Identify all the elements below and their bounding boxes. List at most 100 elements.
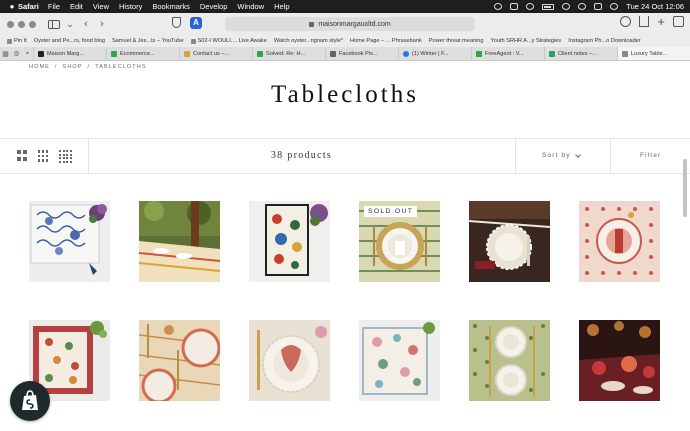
search-icon[interactable] — [578, 3, 587, 10]
battery-icon[interactable] — [542, 3, 555, 10]
forward-button[interactable]: › — [94, 18, 110, 30]
divider — [610, 139, 611, 173]
product-card[interactable] — [139, 201, 220, 282]
pause-icon[interactable] — [526, 3, 535, 10]
grid-icon[interactable]: ▦ — [0, 47, 11, 60]
menu-window[interactable]: Window — [237, 2, 264, 11]
grid-4-icon[interactable] — [59, 150, 72, 163]
browser-tab[interactable]: Contact us –... — [179, 47, 252, 60]
breadcrumb-shop[interactable]: SHOP — [63, 64, 83, 70]
siri-icon[interactable] — [610, 3, 619, 10]
product-card[interactable] — [469, 320, 550, 401]
tab-label: FreeAgent : V... — [485, 50, 524, 57]
bookmark-item[interactable]: Instagram Ph...o Downloader — [568, 38, 640, 44]
product-card[interactable] — [579, 201, 660, 282]
product-card[interactable] — [249, 201, 330, 282]
menu-clock[interactable]: Tue 24 Oct 12:06 — [626, 2, 684, 11]
share-icon[interactable] — [639, 16, 650, 27]
menu-view[interactable]: View — [93, 2, 109, 11]
browser-tab[interactable]: (1) Winter | F... — [398, 47, 471, 60]
burgundy-lace-setting-image — [469, 201, 550, 282]
product-card[interactable] — [469, 201, 550, 282]
wifi-icon[interactable] — [562, 3, 571, 10]
browser-tab-active[interactable]: Luxury Table... — [617, 47, 690, 60]
bookmark-item[interactable]: Samuel & Jes...ts – YouTube — [112, 38, 184, 44]
browser-tab[interactable]: Maison Marg... — [33, 47, 106, 60]
grid-3-icon[interactable] — [37, 150, 48, 163]
filter-button[interactable]: Filter — [640, 152, 661, 159]
breadcrumb-home[interactable]: HOME — [29, 64, 50, 70]
shopify-badge-button[interactable] — [10, 381, 50, 421]
download-icon[interactable] — [620, 16, 632, 27]
product-card[interactable] — [579, 320, 660, 401]
bookmark-item[interactable]: Power threat meaning — [429, 38, 484, 44]
minimize-window-button[interactable] — [18, 20, 25, 28]
floral-napkin-set-image — [249, 201, 330, 282]
tab-favicon — [403, 50, 409, 57]
scalloped-plate-red-napkin-image — [249, 320, 330, 401]
menu-history[interactable]: History — [119, 2, 142, 11]
bookmark-label: Youth SRHR A...y Strategies — [490, 38, 562, 44]
menu-bookmarks[interactable]: Bookmarks — [152, 2, 190, 11]
close-window-button[interactable] — [7, 20, 14, 28]
product-card[interactable] — [249, 320, 330, 401]
grid-2-icon[interactable] — [17, 150, 27, 163]
browser-tab[interactable]: Facebook Pix... — [325, 47, 398, 60]
tab-label: Solved: Re: H... — [266, 50, 306, 57]
collection-toolbar: 38 products Sort by Filter — [0, 139, 690, 173]
bookmark-item[interactable]: Youth SRHR A...y Strategies — [491, 38, 562, 44]
page-scrollbar[interactable] — [683, 159, 687, 217]
tab-overview-icon[interactable] — [673, 16, 684, 27]
menu-develop[interactable]: Develop — [200, 2, 228, 11]
product-card[interactable] — [359, 320, 440, 401]
bookmark-item[interactable]: Oyster and Pe...rs, food blog — [34, 38, 105, 44]
product-card[interactable]: SOLD OUT — [359, 201, 440, 282]
bookmark-item[interactable]: Pin It — [7, 38, 27, 44]
tab-favicon — [549, 50, 555, 57]
sidebar-toggle-icon[interactable] — [48, 19, 60, 29]
bookmark-item[interactable]: Home Page – ... Phrasebank — [350, 38, 422, 44]
bookmarks-bar: Pin It Oyster and Pe...rs, food blog Sam… — [0, 35, 690, 47]
tab-favicon — [38, 50, 44, 57]
browser-tab[interactable]: Client notes –... — [544, 47, 617, 60]
lock-icon — [309, 21, 315, 27]
sort-by-button[interactable]: Sort by — [542, 151, 581, 159]
breadcrumb-separator: / — [54, 64, 58, 70]
breadcrumb-current: TABLECLOTHS — [95, 64, 147, 70]
bookmark-label: Samuel & Jes...ts – YouTube — [111, 38, 184, 44]
new-tab-icon[interactable]: + — [657, 15, 665, 28]
zoom-window-button[interactable] — [29, 20, 36, 28]
address-bar[interactable]: maisonmargauxltd.com — [225, 17, 475, 31]
chevron-down-icon[interactable]: ⌄ — [62, 19, 78, 30]
tab-favicon — [622, 50, 628, 57]
tab-label: (1) Winter | F... — [412, 50, 449, 57]
shopping-bag-icon — [22, 390, 38, 410]
product-card[interactable] — [29, 201, 110, 282]
bookmark-label: Watch oyster...ngnam style* — [273, 38, 343, 44]
extension-icon[interactable]: A — [190, 17, 202, 29]
creative-cloud-icon[interactable] — [494, 3, 503, 10]
garden-table-setting-image — [139, 201, 220, 282]
settings-icon[interactable]: ⚙ — [11, 47, 22, 60]
product-card[interactable] — [139, 320, 220, 401]
screen-icon[interactable] — [510, 3, 519, 10]
tab-favicon — [476, 50, 482, 57]
privacy-shield-icon[interactable] — [172, 17, 181, 28]
sort-by-label: Sort by — [542, 152, 571, 159]
address-url: maisonmargauxltd.com — [318, 20, 391, 28]
pinned-tab-icon[interactable]: ▪ — [22, 47, 33, 60]
sold-out-badge: SOLD OUT — [364, 206, 418, 217]
apple-menu-icon[interactable]: ● — [6, 2, 18, 11]
menu-help[interactable]: Help — [274, 2, 289, 11]
browser-tab[interactable]: FreeAgent : V... — [471, 47, 544, 60]
menu-edit[interactable]: Edit — [70, 2, 83, 11]
browser-tab[interactable]: Solved: Re: H... — [252, 47, 325, 60]
back-button[interactable]: ‹ — [78, 18, 94, 30]
menu-file[interactable]: File — [48, 2, 60, 11]
bookmark-item[interactable]: S02-I WOULI.... Live Awake — [190, 38, 267, 44]
bookmark-item[interactable]: Watch oyster...ngnam style* — [274, 38, 343, 44]
bookmark-label: Oyster and Pe...rs, food blog — [33, 38, 105, 44]
browser-tab[interactable]: Ecommerce... — [106, 47, 179, 60]
menu-app-name[interactable]: Safari — [18, 2, 39, 11]
control-center-icon[interactable] — [594, 3, 603, 10]
